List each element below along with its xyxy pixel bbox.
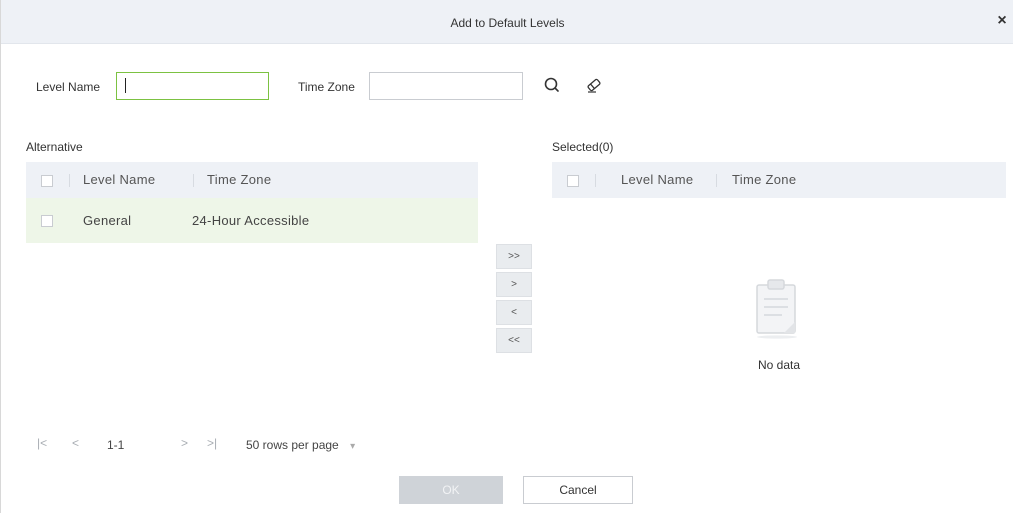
first-page-button[interactable]: |<	[37, 436, 47, 450]
selected-column-level-name[interactable]: Level Name	[621, 162, 693, 198]
rows-per-page-label: 50 rows per page	[246, 438, 339, 452]
row-time-zone: 24-Hour Accessible	[192, 213, 310, 228]
search-icon[interactable]	[541, 74, 563, 96]
dialog-titlebar: Add to Default Levels ×	[1, 0, 1013, 44]
selected-column-time-zone[interactable]: Time Zone	[732, 162, 796, 198]
alternative-column-time-zone[interactable]: Time Zone	[207, 162, 271, 198]
add-to-default-levels-dialog: Add to Default Levels × Level Name Time …	[0, 0, 1013, 513]
eraser-icon[interactable]	[583, 74, 605, 96]
close-icon[interactable]: ×	[994, 13, 1010, 29]
move-all-right-button[interactable]: >>	[496, 244, 532, 269]
time-zone-label: Time Zone	[298, 80, 355, 94]
alternative-table-header: Level Name Time Zone	[26, 162, 478, 198]
row-checkbox[interactable]	[41, 215, 53, 227]
move-right-button[interactable]: >	[496, 272, 532, 297]
empty-state-text: No data	[757, 358, 801, 372]
empty-clipboard-icon	[754, 277, 800, 339]
column-separator	[716, 174, 717, 187]
level-name-label: Level Name	[36, 80, 101, 94]
alternative-table-row[interactable]: General 24-Hour Accessible	[26, 198, 478, 243]
column-separator	[193, 174, 194, 187]
alternative-title: Alternative	[26, 140, 83, 154]
alternative-select-all-checkbox[interactable]	[41, 175, 53, 187]
ok-button[interactable]: OK	[399, 476, 503, 504]
time-zone-input[interactable]	[369, 72, 523, 100]
selected-select-all-checkbox[interactable]	[567, 175, 579, 187]
chevron-down-icon: ▾	[350, 441, 356, 452]
column-separator	[69, 174, 70, 187]
dialog-title: Add to Default Levels	[450, 16, 565, 30]
rows-per-page-select[interactable]: 50 rows per page ▾	[246, 438, 355, 452]
move-left-button[interactable]: <	[496, 300, 532, 325]
selected-table-header: Level Name Time Zone	[552, 162, 1006, 198]
column-separator	[595, 174, 596, 187]
level-name-input[interactable]	[116, 72, 269, 100]
last-page-button[interactable]: >|	[207, 436, 217, 450]
move-all-left-button[interactable]: <<	[496, 328, 532, 353]
alternative-column-level-name[interactable]: Level Name	[83, 162, 155, 198]
row-level-name: General	[83, 213, 132, 228]
cancel-button[interactable]: Cancel	[523, 476, 633, 504]
selected-title: Selected(0)	[552, 140, 614, 154]
previous-page-button[interactable]: <	[72, 436, 79, 450]
page-range: 1-1	[107, 438, 125, 452]
text-caret	[125, 78, 126, 93]
next-page-button[interactable]: >	[181, 436, 188, 450]
